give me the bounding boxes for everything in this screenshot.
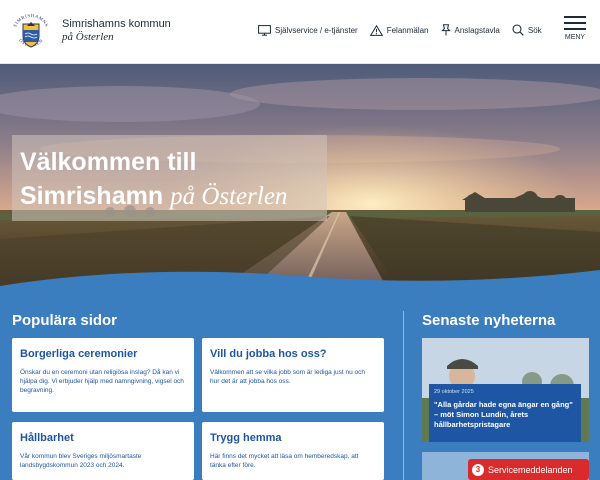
news-date: 29 oktober 2025 [434, 389, 474, 395]
hero-heading-region: på Österlen [170, 183, 288, 210]
hero-heading-place: Simrishamn [20, 182, 164, 210]
search-icon [512, 24, 524, 36]
nav-notice-board-label: Anslagstavla [454, 25, 500, 35]
card-text: Här finns det mycket att läsa om hembere… [210, 453, 359, 469]
popular-pages-heading: Populära sidor [12, 312, 118, 329]
hero-heading-line2: Simrishamn på Österlen [20, 179, 327, 214]
brand-name: Simrishamns kommun [62, 18, 171, 30]
nav-self-service[interactable]: Självservice / e-tjänster [258, 24, 358, 36]
card-text: Önskar du en ceremoni utan religiösa ins… [20, 369, 184, 394]
card-title: Trygg hemma [210, 432, 282, 444]
popular-card-sustainability[interactable]: Hållbarhet Vår kommun blev Sveriges milj… [12, 422, 194, 480]
site-header: SIMRISHAMNS ÖSTERLEN Simrishamns kommun … [0, 0, 600, 64]
service-messages-button[interactable]: 3 Servicemeddelanden [468, 459, 589, 480]
pushpin-icon [440, 24, 451, 36]
latest-news-heading: Senaste nyheterna [422, 312, 556, 329]
news-headline: "Alla gårdar hade egna ängar en gång" – … [434, 400, 573, 429]
wave-divider [0, 270, 600, 296]
municipality-logo[interactable]: SIMRISHAMNS ÖSTERLEN [10, 13, 52, 53]
card-text: Vår kommun blev Sveriges miljösmartaste … [20, 453, 142, 469]
popular-card-preparedness[interactable]: Trygg hemma Här finns det mycket att läs… [202, 422, 384, 480]
hamburger-icon [560, 16, 590, 30]
service-messages-label: Servicemeddelanden [488, 464, 573, 475]
menu-label: MENY [564, 34, 586, 41]
news-item[interactable]: 29 oktober 2025 "Alla gårdar hade egna ä… [422, 338, 589, 442]
brand-subtitle: på Österlen [62, 31, 114, 43]
nav-self-service-label: Självservice / e-tjänster [275, 25, 358, 35]
popular-card-ceremonies[interactable]: Borgerliga ceremonier Önskar du en cerem… [12, 338, 194, 412]
card-title: Vill du jobba hos oss? [210, 348, 327, 360]
card-title: Hållbarhet [20, 432, 74, 444]
popular-card-jobs[interactable]: Vill du jobba hos oss? Välkommen att se … [202, 338, 384, 412]
brand-wordmark[interactable]: Simrishamns kommun på Österlen [62, 18, 171, 44]
nav-search-label: Sök [527, 25, 542, 35]
top-navigation: Självservice / e-tjänster Felanmälan Ans… [258, 24, 554, 36]
hero-heading-line1: Välkommen till [20, 148, 197, 176]
nav-report-fault[interactable]: Felanmälan [369, 24, 429, 36]
service-messages-count-badge: 3 [472, 463, 484, 476]
hero-welcome-box: Välkommen till Simrishamn på Österlen [12, 135, 327, 221]
section-divider [403, 311, 404, 480]
menu-button[interactable]: MENY [560, 16, 590, 48]
news-caption: 29 oktober 2025 "Alla gårdar hade egna ä… [429, 384, 581, 442]
card-text: Välkommen att se vilka jobb som är ledig… [210, 369, 365, 385]
hero-banner: Välkommen till Simrishamn på Österlen [0, 64, 600, 290]
monitor-icon [258, 24, 271, 36]
nav-report-fault-label: Felanmälan [386, 25, 429, 35]
nav-search[interactable]: Sök [512, 24, 542, 36]
warning-icon [369, 24, 383, 36]
card-title: Borgerliga ceremonier [20, 348, 138, 360]
nav-notice-board[interactable]: Anslagstavla [440, 24, 500, 36]
